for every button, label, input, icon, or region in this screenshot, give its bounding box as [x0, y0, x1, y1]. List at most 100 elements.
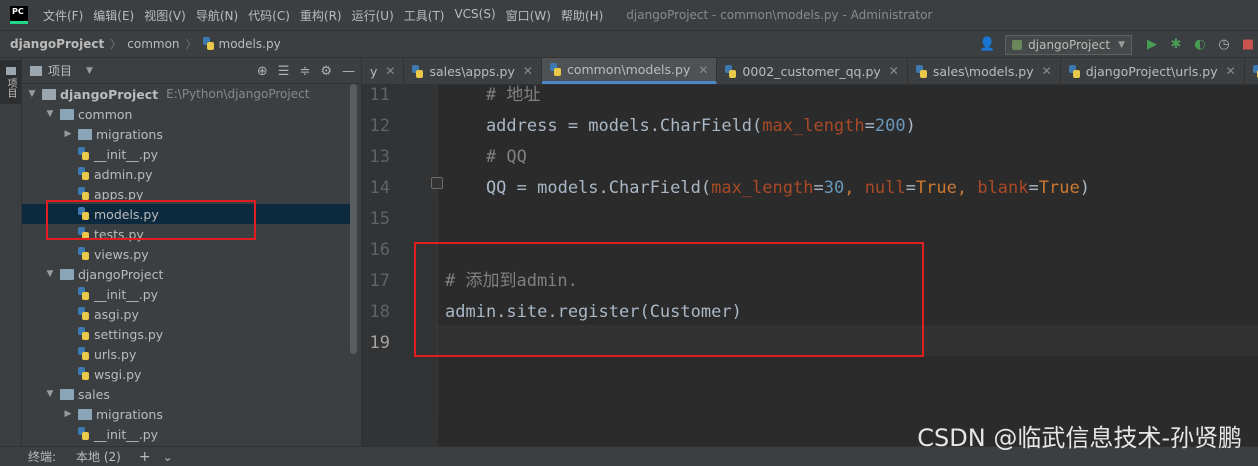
tree-item-label: views.py — [94, 246, 149, 262]
tree-file-row[interactable]: wsgi.py — [22, 364, 352, 384]
locate-icon[interactable]: ⊕ — [257, 64, 268, 79]
project-tool-tab[interactable]: 项目 — [0, 60, 21, 104]
breadcrumb-separator: 〉 — [110, 38, 122, 51]
code-line: address = models.CharField(max_length=20… — [445, 111, 916, 142]
chevron-right-icon[interactable]: ▶ — [62, 129, 74, 139]
menu-item[interactable]: 帮助(H) — [556, 7, 608, 24]
watermark: CSDN @临武信息技术-孙贤鹏 — [917, 424, 1242, 452]
menu-item[interactable]: 视图(V) — [139, 7, 191, 24]
tree-file-row[interactable]: views.py — [22, 244, 352, 264]
terminal-label[interactable]: 终端: — [28, 448, 56, 465]
code-token: # QQ — [485, 147, 527, 167]
run-config-select[interactable]: djangoProject ▼ — [1005, 34, 1132, 55]
chevron-right-icon[interactable]: ▶ — [62, 409, 74, 419]
code-token: ) — [1079, 178, 1090, 198]
menu-bar: PC 文件(F) 编辑(E) 视图(V) 导航(N) 代码(C) 重构(R) 运行(U) 工具… — [0, 0, 1258, 30]
folder-icon — [78, 408, 92, 420]
gear-icon[interactable]: ⚙ — [320, 64, 332, 79]
tree-folder-row[interactable]: ▼ djangoProject — [22, 264, 352, 284]
tree-file-row[interactable]: __init__.py — [22, 284, 352, 304]
editor-tab[interactable]: 0002_customer_qq.py ✕ — [717, 58, 908, 84]
breadcrumb-item[interactable]: common — [127, 37, 179, 51]
tree-file-row[interactable]: admin.py — [22, 164, 352, 184]
tree-item-label: common — [78, 106, 133, 122]
close-icon[interactable]: ✕ — [889, 64, 899, 78]
menu-item[interactable]: 工具(T) — [399, 7, 450, 24]
python-file-icon — [549, 63, 561, 76]
menu-item[interactable]: 导航(N) — [191, 7, 243, 24]
tree-item-label: __init__.py — [94, 146, 159, 162]
tree-file-row[interactable]: urls.py — [22, 344, 352, 364]
menu-item[interactable]: 代码(C) — [243, 7, 295, 24]
project-scrollbar[interactable] — [350, 84, 357, 354]
tree-folder-row[interactable]: ▼ djangoProject E:\Python\djangoProject — [22, 84, 352, 104]
menu-item[interactable]: 编辑(E) — [88, 7, 139, 24]
user-icon[interactable]: 👤 — [979, 37, 995, 53]
editor-tab[interactable]: sales\apps.py ✕ — [404, 58, 542, 84]
python-file-icon — [78, 167, 90, 181]
tree-folder-row[interactable]: ▶ migrations — [22, 124, 352, 144]
breadcrumb-segment[interactable]: djangoProject — [10, 37, 104, 51]
tree-file-row[interactable]: __init__.py — [22, 144, 352, 164]
code-token: null — [864, 178, 906, 198]
breadcrumb-item[interactable]: models.py — [219, 37, 281, 51]
profile-icon[interactable]: ◷ — [1216, 37, 1232, 53]
chevron-down-icon[interactable]: ▼ — [44, 269, 56, 279]
hide-icon[interactable]: — — [342, 64, 355, 79]
coverage-icon[interactable]: ◐ — [1192, 37, 1208, 53]
terminal-tab-local[interactable]: 本地 (2) — [76, 448, 121, 465]
code-token: max_length — [711, 178, 814, 198]
python-file-icon — [78, 427, 90, 441]
breadcrumb-item[interactable]: djangoProject — [10, 37, 104, 51]
menu-item[interactable]: 重构(R) — [295, 7, 347, 24]
debug-icon[interactable]: ✱ — [1168, 37, 1184, 53]
breadcrumb-segment[interactable]: common — [127, 37, 179, 51]
editor-tab[interactable]: djangoProject\urls.py ✕ — [1061, 58, 1245, 84]
close-icon[interactable]: ✕ — [523, 64, 533, 78]
expand-all-icon[interactable]: ☰ — [278, 64, 290, 79]
run-icon[interactable]: ▶ — [1144, 37, 1160, 53]
tree-file-row[interactable]: __init__.py — [22, 424, 352, 444]
code-token: address = models.CharField( — [445, 116, 763, 136]
folder-icon — [60, 388, 74, 400]
editor-tab-bar: y ✕ sales\apps.py ✕ common\models.py ✕ 0002_cu… — [362, 58, 1258, 85]
tree-file-row[interactable]: settings.py — [22, 324, 352, 344]
editor-tab[interactable]: y ✕ — [362, 58, 405, 84]
collapse-all-icon[interactable]: ≑ — [299, 64, 310, 79]
editor-tab[interactable]: common\models.py ✕ — [541, 58, 718, 84]
python-file-icon — [915, 64, 927, 78]
chevron-down-icon[interactable]: ▼ — [86, 66, 93, 76]
chevron-down-icon[interactable]: ▼ — [26, 89, 38, 99]
add-terminal-button[interactable]: + — [139, 449, 151, 465]
tree-item-label: migrations — [96, 406, 163, 422]
folder-icon — [78, 128, 92, 140]
breadcrumb-segment[interactable]: models.py — [202, 37, 281, 51]
terminal-dropdown-icon[interactable]: ⌄ — [163, 450, 173, 464]
menu-item[interactable]: 窗口(W) — [501, 7, 556, 24]
python-file-icon — [78, 187, 90, 201]
close-icon[interactable]: ✕ — [698, 63, 708, 77]
stop-icon[interactable]: ■ — [1240, 37, 1256, 53]
close-icon[interactable]: ✕ — [1042, 64, 1052, 78]
tree-folder-row[interactable]: ▶ migrations — [22, 404, 352, 424]
menu-item[interactable]: 运行(U) — [347, 7, 399, 24]
menu-item[interactable]: VCS(S) — [449, 7, 500, 24]
tree-item-label: admin.py — [94, 166, 153, 182]
fold-marker-icon[interactable] — [431, 177, 443, 189]
django-icon — [1012, 39, 1023, 50]
tree-folder-row[interactable]: ▼ common — [22, 104, 352, 124]
close-icon[interactable]: ✕ — [385, 64, 395, 78]
chevron-down-icon[interactable]: ▼ — [44, 109, 56, 119]
close-icon[interactable]: ✕ — [1226, 64, 1236, 78]
pycharm-logo-icon: PC — [10, 6, 28, 24]
tree-folder-row[interactable]: ▼ sales — [22, 384, 352, 404]
code-token: = — [864, 116, 875, 136]
project-panel-title[interactable]: 项目 — [48, 62, 72, 79]
editor-tab[interactable]: sales\models.py ✕ — [908, 58, 1061, 84]
chevron-down-icon[interactable]: ▼ — [44, 389, 56, 399]
tree-file-row[interactable]: asgi.py — [22, 304, 352, 324]
menu-item[interactable]: 文件(F) — [38, 7, 88, 24]
editor-tab[interactable]: admin.py — [1245, 58, 1258, 84]
navigation-bar: djangoProject 〉 common 〉 models.py 👤 djangoP… — [0, 30, 1258, 58]
